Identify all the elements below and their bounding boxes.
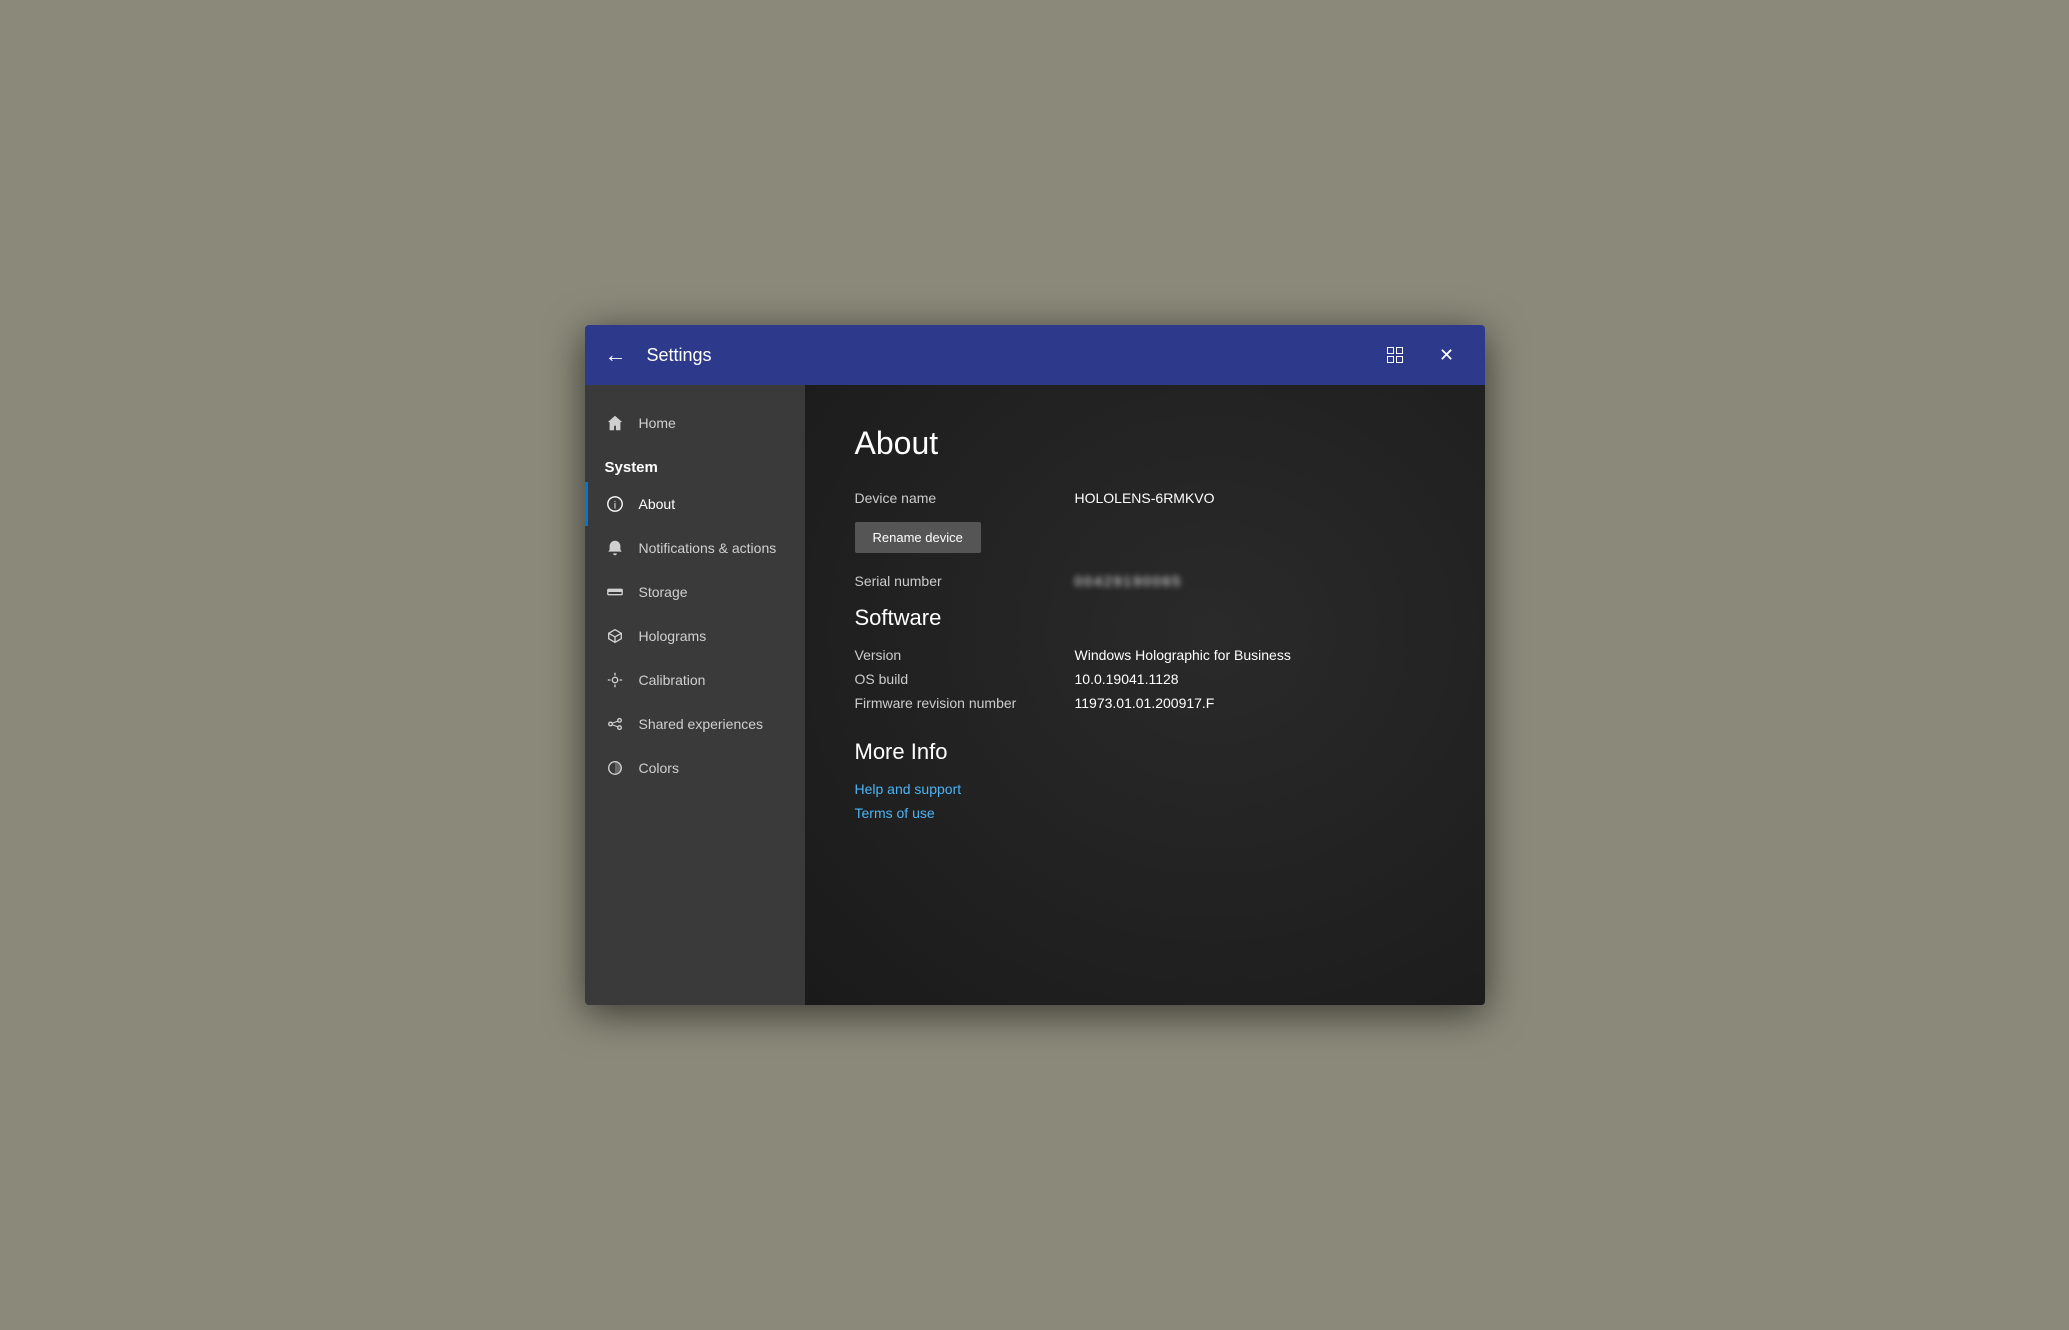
- os-build-value: 10.0.19041.1128: [1075, 671, 1179, 687]
- version-row: Version Windows Holographic for Business: [855, 647, 1435, 663]
- sidebar-calibration-label: Calibration: [639, 672, 706, 688]
- sidebar-item-home[interactable]: Home: [585, 401, 805, 445]
- firmware-row: Firmware revision number 11973.01.01.200…: [855, 695, 1435, 711]
- sidebar-item-shared[interactable]: Shared experiences: [585, 702, 805, 746]
- close-button[interactable]: ✕: [1429, 337, 1465, 373]
- calibration-icon: [605, 670, 625, 690]
- version-label: Version: [855, 647, 1075, 663]
- window-body: Home System i About Notifications & acti…: [585, 385, 1485, 1005]
- sidebar-about-label: About: [639, 496, 676, 512]
- info-icon: i: [605, 494, 625, 514]
- window-title: Settings: [647, 345, 1377, 366]
- storage-icon: [605, 582, 625, 602]
- sidebar-item-about[interactable]: i About: [585, 482, 805, 526]
- device-name-label: Device name: [855, 490, 1075, 506]
- snap-icon: [1387, 347, 1403, 363]
- sidebar-notifications-label: Notifications & actions: [639, 540, 777, 556]
- sidebar-item-holograms[interactable]: Holograms: [585, 614, 805, 658]
- serial-number-row: Serial number 00429190065: [855, 573, 1435, 589]
- back-button[interactable]: ←: [605, 344, 627, 366]
- firmware-label: Firmware revision number: [855, 695, 1075, 711]
- sidebar-item-storage[interactable]: Storage: [585, 570, 805, 614]
- os-build-label: OS build: [855, 671, 1075, 687]
- titlebar: ← Settings ✕: [585, 325, 1485, 385]
- serial-value: 00429190065: [1075, 573, 1183, 589]
- terms-of-use-link[interactable]: Terms of use: [855, 805, 1435, 821]
- serial-label: Serial number: [855, 573, 1075, 589]
- device-name-row: Device name HOLOLENS-6RMKVO: [855, 490, 1435, 506]
- rename-device-button[interactable]: Rename device: [855, 522, 981, 553]
- sidebar-home-label: Home: [639, 415, 676, 431]
- bell-icon: [605, 538, 625, 558]
- sidebar-section-label: System: [585, 445, 805, 482]
- sidebar-holograms-label: Holograms: [639, 628, 707, 644]
- window-controls: ✕: [1377, 337, 1465, 373]
- os-build-row: OS build 10.0.19041.1128: [855, 671, 1435, 687]
- help-support-link[interactable]: Help and support: [855, 781, 1435, 797]
- sidebar: Home System i About Notifications & acti…: [585, 385, 805, 1005]
- firmware-value: 11973.01.01.200917.F: [1075, 695, 1215, 711]
- colors-icon: [605, 758, 625, 778]
- main-content: About Device name HOLOLENS-6RMKVO Rename…: [805, 385, 1485, 1005]
- device-name-value: HOLOLENS-6RMKVO: [1075, 490, 1215, 506]
- sidebar-item-notifications[interactable]: Notifications & actions: [585, 526, 805, 570]
- shared-icon: [605, 714, 625, 734]
- snap-button[interactable]: [1377, 337, 1413, 373]
- settings-window: ← Settings ✕ Home System: [585, 325, 1485, 1005]
- sidebar-shared-label: Shared experiences: [639, 716, 764, 732]
- sidebar-item-calibration[interactable]: Calibration: [585, 658, 805, 702]
- software-heading: Software: [855, 605, 1435, 631]
- version-value: Windows Holographic for Business: [1075, 647, 1291, 663]
- page-title: About: [855, 425, 1435, 462]
- more-info-heading: More Info: [855, 739, 1435, 765]
- sidebar-colors-label: Colors: [639, 760, 679, 776]
- home-icon: [605, 413, 625, 433]
- sidebar-storage-label: Storage: [639, 584, 688, 600]
- svg-text:i: i: [613, 501, 615, 512]
- holograms-icon: [605, 626, 625, 646]
- sidebar-item-colors[interactable]: Colors: [585, 746, 805, 790]
